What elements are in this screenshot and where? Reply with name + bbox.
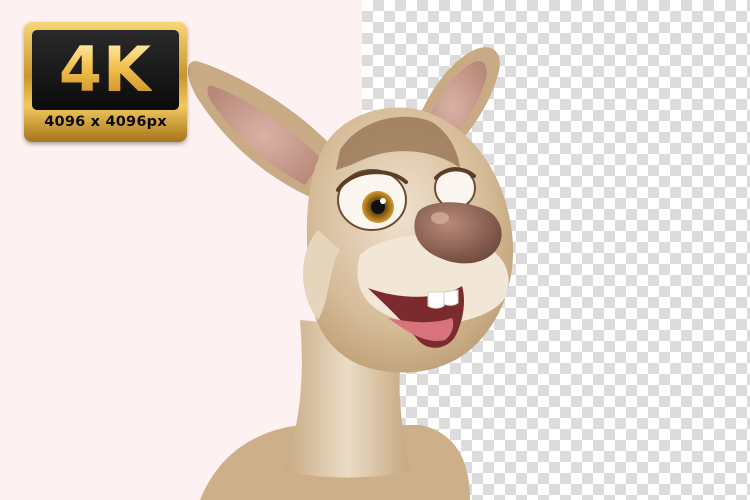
badge-caption: 4096 x 4096px xyxy=(44,114,167,130)
nose-highlight xyxy=(431,212,449,224)
badge-title: 4K xyxy=(58,33,153,106)
left-eye-highlight xyxy=(380,198,386,204)
teeth-right xyxy=(443,289,459,306)
teeth xyxy=(427,291,445,309)
image-canvas: 4K 4096 x 4096px xyxy=(0,0,750,500)
badge-panel: 4K xyxy=(32,30,179,110)
resolution-badge: 4K 4096 x 4096px xyxy=(24,22,187,142)
